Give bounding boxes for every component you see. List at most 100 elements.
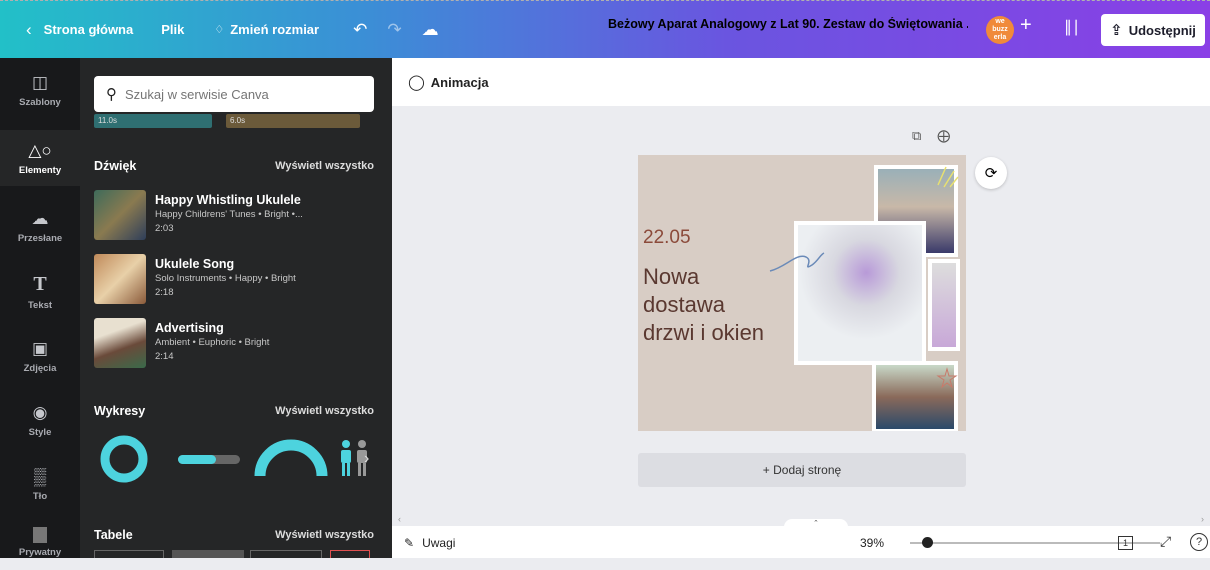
animation-icon: ◯	[408, 74, 425, 91]
audio-track[interactable]: Advertising Ambient • Euphoric • Bright …	[94, 318, 384, 370]
photo-frame[interactable]	[794, 221, 926, 365]
zoom-slider-knob[interactable]	[922, 537, 933, 548]
notes-icon: ✎	[404, 536, 415, 550]
file-menu-button[interactable]: Plik	[151, 13, 194, 47]
design-title[interactable]: Beżowy Aparat Analogowy z Lat 90. Zestaw…	[608, 17, 968, 31]
photo-image	[798, 225, 922, 361]
video-thumb[interactable]: 11.0s	[94, 114, 212, 128]
table-thumb[interactable]	[330, 550, 370, 558]
star-doodle	[936, 367, 958, 389]
redo-button[interactable]: ↷	[377, 13, 411, 47]
audio-track[interactable]: Ukulele Song Solo Instruments • Happy • …	[94, 254, 384, 306]
rail-item-uploads[interactable]: ☁ Przesłane	[0, 198, 80, 254]
redo-icon: ↷	[387, 19, 402, 39]
zoom-label[interactable]: 39%	[860, 536, 884, 550]
regenerate-button[interactable]: ⟳	[975, 157, 1007, 189]
add-collaborator-icon[interactable]: +	[1020, 14, 1032, 37]
headline-line: dostawa	[643, 292, 725, 317]
rail-item-private[interactable]: Prywatny	[0, 514, 80, 570]
date-text[interactable]: 22.05	[643, 227, 691, 249]
rail-item-templates[interactable]: ◫ Szablony	[0, 62, 80, 118]
help-icon[interactable]: ?	[1190, 533, 1208, 551]
bottom-bar: ✎ Uwagi 39% 1 ⤢ ?	[392, 526, 1210, 558]
share-button[interactable]: ⇪ Udostępnij	[1101, 14, 1205, 46]
notes-button[interactable]: ✎ Uwagi	[404, 536, 455, 550]
notes-label: Uwagi	[422, 536, 456, 550]
sound-see-all-link[interactable]: Wyświetl wszystko	[275, 160, 374, 172]
video-thumb[interactable]: 6.0s	[226, 114, 360, 128]
rail-label: Tekst	[27, 300, 53, 311]
text-icon: T	[33, 273, 47, 295]
design-page[interactable]: 22.05 Nowa dostawa drzwi i okien	[638, 155, 966, 431]
private-icon	[33, 526, 47, 543]
resize-button[interactable]: ♢ Zmień rozmiar	[204, 13, 329, 47]
chart-thumbnails	[100, 435, 367, 483]
rail-label: Prywatny	[18, 546, 62, 558]
track-thumbnail	[94, 190, 146, 240]
undo-button[interactable]: ↶	[343, 13, 377, 47]
charts-see-all-link[interactable]: Wyświetl wszystko	[275, 405, 374, 417]
audio-track[interactable]: Happy Whistling Ukulele Happy Childrens'…	[94, 190, 384, 242]
table-thumb[interactable]	[172, 550, 244, 558]
duplicate-page-icon[interactable]: ⧉	[912, 128, 921, 144]
headline-text[interactable]: Nowa dostawa drzwi i okien	[643, 263, 764, 347]
track-name: Ukulele Song	[155, 257, 235, 271]
rail-item-photos[interactable]: ▣ Zdjęcia	[0, 328, 80, 384]
fullscreen-icon[interactable]: ⤢	[1160, 533, 1171, 550]
photo-frame[interactable]	[928, 259, 960, 351]
table-thumb[interactable]	[250, 550, 322, 558]
save-status-button[interactable]: ☁	[412, 13, 449, 47]
page-count-button[interactable]: 1	[1118, 536, 1134, 550]
background-icon: ▒	[33, 466, 47, 486]
insights-icon[interactable]: ∥∣	[1064, 17, 1080, 37]
avatar-logo-text: we buzz erla	[992, 18, 1008, 41]
tables-section-title: Tabele	[94, 528, 133, 542]
elements-icon: △○	[28, 140, 52, 160]
rail-item-styles[interactable]: ◉ Style	[0, 392, 80, 448]
track-meta: Happy Childrens' Tunes • Bright •...	[155, 209, 303, 220]
track-thumbnail	[94, 254, 146, 304]
track-name: Happy Whistling Ukulele	[155, 193, 301, 207]
headline-line: Nowa	[643, 264, 700, 289]
share-label: Udostępnij	[1128, 22, 1196, 38]
rail-item-elements[interactable]: △○ Elementy	[0, 130, 80, 186]
rail-label: Przesłane	[17, 232, 63, 244]
elements-panel: 11.0s 6.0s ⚲ Dźwięk Wyświetl wszystko Ha…	[80, 58, 392, 558]
canvas-toolbar: ◯ Animacja	[392, 58, 1210, 106]
palette-icon: ◉	[32, 402, 48, 422]
charts-section-title: Wykresy	[94, 404, 146, 418]
search-input[interactable]	[125, 86, 345, 102]
progress-bar-thumb[interactable]	[178, 455, 240, 464]
scroll-left-icon[interactable]: ‹	[398, 514, 401, 524]
track-name: Advertising	[155, 321, 224, 335]
add-page-button[interactable]: + Dodaj stronę	[638, 453, 966, 487]
rail-item-text[interactable]: T Tekst	[0, 264, 80, 320]
video-duration: 6.0s	[230, 116, 246, 125]
chevron-right-icon[interactable]: ›	[364, 450, 369, 468]
rail-item-background[interactable]: ▒ Tło	[0, 456, 80, 512]
crown-icon: ♢	[214, 24, 225, 36]
donut-chart-thumb[interactable]	[100, 435, 148, 483]
refresh-icon: ⟳	[984, 165, 998, 182]
add-page-icon[interactable]: ⨁	[937, 128, 950, 144]
search-bar[interactable]: ⚲	[94, 76, 374, 112]
table-thumb[interactable]	[94, 550, 164, 558]
rail-label: Elementy	[18, 164, 62, 176]
tables-see-all-link[interactable]: Wyświetl wszystko	[275, 529, 374, 541]
cloud-check-icon: ☁	[421, 19, 439, 39]
side-rail: ◫ Szablony △○ Elementy ☁ Przesłane T Tek…	[0, 58, 80, 558]
upload-share-icon: ⇪	[1110, 22, 1123, 39]
photo-icon: ▣	[31, 338, 49, 358]
track-meta: Solo Instruments • Happy • Bright	[155, 273, 296, 284]
template-icon: ◫	[31, 72, 49, 92]
undo-icon: ↶	[353, 19, 368, 39]
sound-section-title: Dźwięk	[94, 159, 137, 173]
animation-button[interactable]: Animacja	[431, 75, 489, 90]
sparkle-doodle	[937, 166, 959, 188]
avatar[interactable]: we buzz erla	[986, 16, 1014, 44]
scroll-right-icon[interactable]: ›	[1201, 514, 1204, 524]
gauge-chart-thumb[interactable]	[254, 439, 328, 477]
home-button[interactable]: ‹ Strona główna	[16, 13, 143, 47]
track-thumbnail	[94, 318, 146, 368]
page-actions: ⧉ ⨁	[912, 128, 950, 144]
